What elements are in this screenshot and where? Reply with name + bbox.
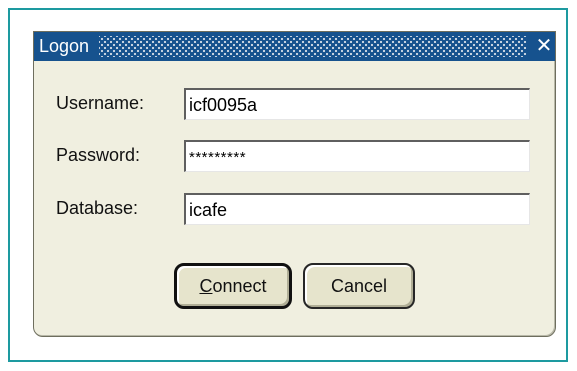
username-field[interactable]: [184, 88, 530, 120]
title-bar[interactable]: Logon ✕: [34, 32, 555, 61]
database-row: Database:: [34, 193, 555, 225]
cancel-button[interactable]: Cancel: [303, 263, 415, 309]
title-grip: [99, 36, 527, 57]
password-label: Password:: [56, 145, 141, 165]
connect-label-rest: onnect: [212, 276, 267, 296]
logon-dialog: Logon ✕ Username: Password: Database: Co…: [33, 31, 556, 337]
database-field[interactable]: [184, 193, 530, 225]
username-label: Username:: [56, 93, 145, 113]
close-icon[interactable]: ✕: [533, 32, 555, 61]
password-field[interactable]: [184, 140, 530, 172]
connect-button[interactable]: Connect: [174, 263, 292, 309]
database-label: Database:: [56, 198, 139, 218]
username-row: Username:: [34, 88, 555, 120]
password-row: Password:: [34, 140, 555, 172]
connect-mnemonic: C: [199, 276, 213, 296]
dialog-title: Logon: [39, 36, 90, 56]
